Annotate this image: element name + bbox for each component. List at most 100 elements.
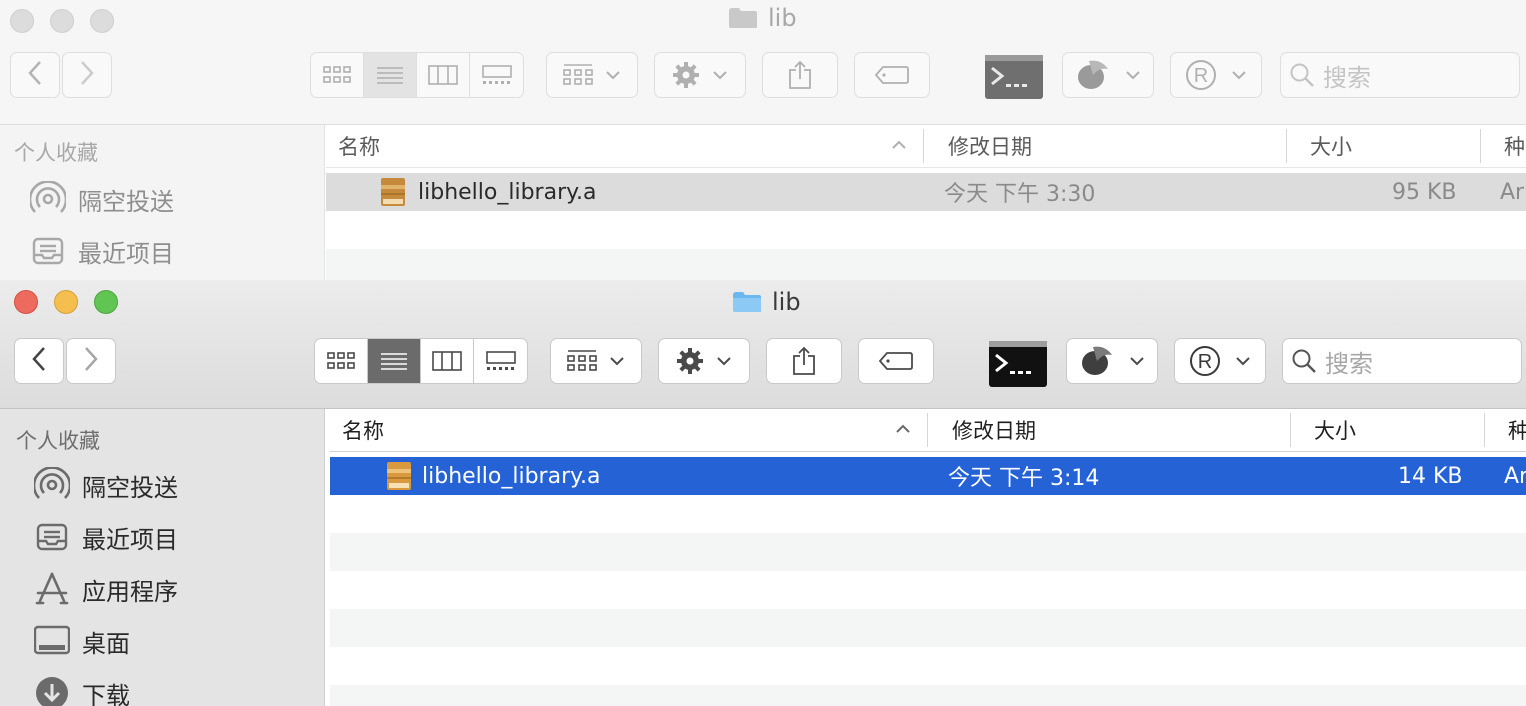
chevron-down-icon: [1236, 357, 1250, 366]
svg-text:R: R: [1194, 65, 1208, 87]
column-header: 名称 修改日期 大小 种: [330, 409, 1526, 452]
acorn-menu-button[interactable]: [1066, 338, 1158, 384]
desktop-icon: [34, 623, 70, 659]
terminal-icon[interactable]: [984, 54, 1044, 104]
group-button[interactable]: [546, 52, 638, 98]
icon-view-button[interactable]: [315, 339, 368, 383]
column-header-name[interactable]: 名称: [338, 125, 380, 167]
acorn-icon: [1078, 60, 1108, 89]
finder-window-back: lib R 搜索 个人收藏 隔空投送 最近项目 名称 修改日期 大小 种 lib…: [0, 0, 1526, 280]
sidebar-item-applications[interactable]: 应用程序: [34, 569, 178, 609]
table-row[interactable]: libhello_library.a 今天 下午 3:30 95 KB Ar: [326, 173, 1526, 211]
chevron-left-icon: [27, 60, 43, 90]
archive-icon: [386, 457, 411, 495]
chevron-down-icon: [606, 71, 620, 80]
column-view-button[interactable]: [417, 53, 470, 97]
terminal-icon[interactable]: [988, 340, 1048, 392]
column-header-kind[interactable]: 种: [1504, 125, 1525, 167]
share-icon: [793, 346, 815, 375]
empty-row: [330, 609, 1526, 647]
search-icon: [1292, 349, 1316, 373]
column-header-date[interactable]: 修改日期: [952, 409, 1036, 451]
zoom-button[interactable]: [94, 290, 118, 314]
column-header-kind[interactable]: 种: [1508, 409, 1526, 451]
file-date: 今天 下午 3:30: [944, 182, 1096, 207]
back-button[interactable]: [10, 52, 60, 98]
sidebar-item-airdrop[interactable]: 隔空投送: [30, 179, 174, 219]
forward-button[interactable]: [66, 338, 116, 384]
back-button[interactable]: [14, 338, 64, 384]
empty-row: [330, 685, 1526, 706]
sidebar-item-airdrop[interactable]: 隔空投送: [34, 465, 178, 505]
sidebar-item-label: 最近项目: [82, 525, 178, 554]
column-divider[interactable]: [1484, 413, 1485, 447]
grid-icon: [323, 66, 351, 83]
search-field[interactable]: 搜索: [1280, 52, 1520, 98]
sort-ascending-icon: [894, 419, 912, 443]
column-divider[interactable]: [1286, 129, 1287, 163]
file-name: libhello_library.a: [418, 179, 597, 205]
file-kind: Ar: [1500, 179, 1525, 205]
icon-view-button[interactable]: [311, 53, 364, 97]
file-date: 今天 下午 3:14: [948, 466, 1100, 491]
sidebar-item-recents[interactable]: 最近项目: [34, 517, 178, 557]
gear-icon: [673, 62, 699, 88]
column-header-date[interactable]: 修改日期: [948, 125, 1032, 167]
column-header-size[interactable]: 大小: [1314, 409, 1356, 451]
file-list: 名称 修改日期 大小 种 libhello_library.a 今天 下午 3:…: [330, 409, 1526, 706]
column-divider[interactable]: [1480, 129, 1481, 163]
chevron-down-icon: [717, 357, 731, 366]
share-button[interactable]: [762, 52, 838, 98]
svg-text:R: R: [1198, 351, 1212, 373]
action-button[interactable]: [658, 338, 750, 384]
tag-icon: [879, 352, 913, 370]
toolbar: lib R 搜索: [0, 280, 1526, 409]
close-button[interactable]: [14, 290, 38, 314]
gallery-view-button[interactable]: [474, 339, 527, 383]
zoom-button[interactable]: [90, 9, 114, 33]
group-button[interactable]: [550, 338, 642, 384]
gear-icon: [677, 348, 703, 374]
column-header-size[interactable]: 大小: [1310, 125, 1352, 167]
tag-icon: [875, 66, 909, 84]
column-divider[interactable]: [923, 129, 924, 163]
sidebar-item-label: 桌面: [82, 629, 130, 658]
chevron-right-icon: [79, 60, 95, 90]
gallery-view-button[interactable]: [470, 53, 523, 97]
tag-button[interactable]: [854, 52, 930, 98]
registered-menu-button[interactable]: R: [1174, 338, 1266, 384]
registered-menu-button[interactable]: R: [1170, 52, 1262, 98]
window-title: lib: [732, 288, 801, 316]
tag-button[interactable]: [858, 338, 934, 384]
empty-row: [326, 249, 1526, 280]
sidebar-item-downloads[interactable]: 下载: [34, 673, 130, 706]
table-row[interactable]: libhello_library.a 今天 下午 3:14 14 KB Ar: [330, 457, 1526, 495]
view-mode-segmented: [314, 338, 528, 384]
search-field[interactable]: 搜索: [1282, 338, 1522, 384]
sidebar-item-recents[interactable]: 最近项目: [30, 231, 174, 271]
sidebar-section-favorites: 个人收藏: [14, 141, 98, 165]
downloads-icon: [34, 675, 70, 706]
airdrop-icon: [30, 181, 66, 217]
share-button[interactable]: [766, 338, 842, 384]
action-button[interactable]: [654, 52, 746, 98]
group-icon: [563, 64, 593, 85]
column-divider[interactable]: [1290, 413, 1291, 447]
chevron-right-icon: [83, 346, 99, 376]
column-view-button[interactable]: [421, 339, 474, 383]
file-kind: Ar: [1504, 463, 1526, 489]
list-view-button[interactable]: [368, 339, 421, 383]
close-button[interactable]: [10, 9, 34, 33]
column-header-name[interactable]: 名称: [342, 409, 384, 451]
chevron-down-icon: [1232, 71, 1246, 80]
gallery-icon: [481, 65, 512, 84]
minimize-button[interactable]: [54, 290, 78, 314]
sidebar-item-desktop[interactable]: 桌面: [34, 621, 130, 661]
sidebar: 个人收藏 隔空投送 最近项目 应用程序 桌面 下载: [0, 409, 325, 706]
forward-button[interactable]: [62, 52, 112, 98]
column-divider[interactable]: [927, 413, 928, 447]
sidebar-item-label: 应用程序: [82, 577, 178, 606]
acorn-menu-button[interactable]: [1062, 52, 1154, 98]
list-view-button[interactable]: [364, 53, 417, 97]
minimize-button[interactable]: [50, 9, 74, 33]
